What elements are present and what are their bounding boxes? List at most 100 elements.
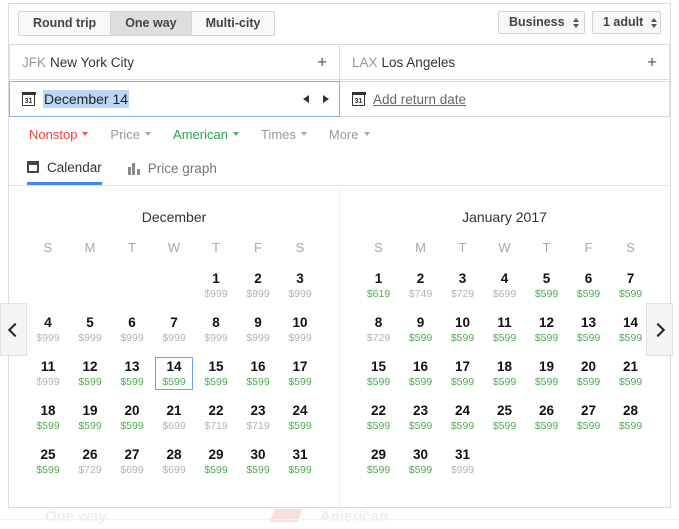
destination-field[interactable]: LAX Los Angeles + [340,44,670,80]
calendar-day[interactable]: 12 $599 [528,313,566,346]
calendar-day-cell[interactable]: 20 $599 [111,401,153,445]
calendar-day-cell[interactable]: 22 $599 [358,401,400,445]
calendar-day[interactable]: 24 $599 [281,401,319,434]
calendar-day-cell[interactable]: 24 $599 [442,401,484,445]
calendar-day[interactable]: 12 $599 [71,357,109,390]
calendar-day[interactable]: 14 $599 [612,313,650,346]
calendar-day-selected[interactable]: 14 $599 [155,357,193,390]
next-month-button[interactable] [646,303,673,356]
calendar-day[interactable]: 23 $719 [239,401,277,434]
calendar-day[interactable]: 13 $599 [113,357,151,390]
calendar-day-cell[interactable]: 3 $729 [442,269,484,313]
trip-type-multi-city[interactable]: Multi-city [191,12,275,35]
calendar-day-cell[interactable]: 5 $599 [526,269,568,313]
calendar-day[interactable]: 18 $599 [486,357,524,390]
calendar-day-cell[interactable]: 22 $719 [195,401,237,445]
calendar-day-cell[interactable]: 1 $999 [195,269,237,313]
calendar-day-cell[interactable]: 15 $599 [358,357,400,401]
calendar-day[interactable]: 29 $599 [360,445,398,478]
calendar-day[interactable]: 15 $599 [197,357,235,390]
calendar-day-cell[interactable]: 10 $999 [279,313,321,357]
calendar-day-cell[interactable]: 7 $999 [153,313,195,357]
calendar-day[interactable]: 5 $599 [528,269,566,302]
calendar-day[interactable]: 16 $599 [402,357,440,390]
calendar-day[interactable]: 10 $999 [281,313,319,346]
calendar-day[interactable]: 3 $729 [444,269,482,302]
calendar-day-cell[interactable]: 13 $599 [111,357,153,401]
passenger-count-select[interactable]: 1 adult [592,11,661,34]
calendar-day[interactable]: 22 $719 [197,401,235,434]
calendar-day[interactable]: 23 $599 [402,401,440,434]
calendar-day[interactable]: 15 $599 [360,357,398,390]
calendar-day[interactable]: 11 $999 [29,357,67,390]
filter-nonstop[interactable]: Nonstop [29,127,89,142]
calendar-day[interactable]: 25 $599 [486,401,524,434]
calendar-day[interactable]: 11 $599 [486,313,524,346]
calendar-day[interactable]: 10 $599 [444,313,482,346]
calendar-day-cell[interactable]: 30 $599 [237,445,279,489]
cabin-class-select[interactable]: Business [498,11,585,34]
calendar-day[interactable]: 21 $699 [155,401,193,434]
calendar-day-cell[interactable]: 16 $599 [237,357,279,401]
stepper-arrows-icon[interactable] [572,17,587,28]
calendar-day[interactable]: 31 $599 [281,445,319,478]
calendar-day[interactable]: 9 $599 [402,313,440,346]
calendar-day[interactable]: 13 $599 [570,313,608,346]
calendar-day-cell[interactable]: 14 $599 [153,357,195,401]
calendar-day-cell[interactable]: 9 $999 [237,313,279,357]
calendar-day-cell[interactable]: 17 $599 [442,357,484,401]
calendar-day[interactable]: 18 $599 [29,401,67,434]
calendar-day-cell[interactable]: 2 $749 [400,269,442,313]
next-day-icon[interactable] [323,95,329,103]
calendar-day[interactable]: 20 $599 [113,401,151,434]
calendar-day[interactable]: 29 $599 [197,445,235,478]
calendar-day-cell[interactable]: 1 $619 [358,269,400,313]
calendar-day-cell[interactable]: 17 $599 [279,357,321,401]
calendar-day-cell[interactable]: 4 $999 [27,313,69,357]
calendar-day-cell[interactable]: 23 $719 [237,401,279,445]
add-origin-icon[interactable]: + [317,54,327,71]
calendar-day[interactable]: 26 $729 [71,445,109,478]
calendar-day[interactable]: 3 $999 [281,269,319,302]
calendar-day[interactable]: 30 $599 [239,445,277,478]
calendar-day[interactable]: 26 $599 [528,401,566,434]
filter-times[interactable]: Times [261,127,307,142]
calendar-day-cell[interactable]: 11 $599 [484,313,526,357]
calendar-day[interactable]: 17 $599 [444,357,482,390]
calendar-day[interactable]: 4 $699 [486,269,524,302]
calendar-day[interactable]: 6 $599 [570,269,608,302]
calendar-day[interactable]: 24 $599 [444,401,482,434]
trip-type-group[interactable]: Round trip One way Multi-city [18,11,276,36]
calendar-day-cell[interactable]: 26 $729 [69,445,111,489]
calendar-day[interactable]: 21 $599 [612,357,650,390]
calendar-day[interactable]: 31 $999 [444,445,482,478]
calendar-day[interactable]: 19 $599 [528,357,566,390]
calendar-day-cell[interactable]: 27 $699 [111,445,153,489]
calendar-day-cell[interactable]: 20 $599 [568,357,610,401]
add-destination-icon[interactable]: + [647,54,657,71]
calendar-day[interactable]: 30 $599 [402,445,440,478]
calendar-day[interactable]: 8 $729 [360,313,398,346]
date-stepper-group[interactable] [303,95,329,103]
calendar-day-cell[interactable]: 31 $999 [442,445,484,489]
calendar-day-cell[interactable]: 11 $999 [27,357,69,401]
calendar-day-cell[interactable]: 8 $729 [358,313,400,357]
calendar-day-cell[interactable]: 13 $599 [568,313,610,357]
calendar-day-cell[interactable]: 21 $699 [153,401,195,445]
calendar-day-cell[interactable]: 19 $599 [69,401,111,445]
calendar-day[interactable]: 7 $599 [612,269,650,302]
calendar-day[interactable]: 16 $599 [239,357,277,390]
previous-month-button[interactable] [0,303,27,356]
tab-calendar[interactable]: Calendar [27,152,102,185]
calendar-day-cell[interactable]: 18 $599 [27,401,69,445]
calendar-day-cell[interactable]: 25 $599 [27,445,69,489]
calendar-day[interactable]: 22 $599 [360,401,398,434]
calendar-day[interactable]: 1 $619 [360,269,398,302]
calendar-day[interactable]: 2 $999 [239,269,277,302]
calendar-day-cell[interactable]: 12 $599 [69,357,111,401]
calendar-day-cell[interactable]: 16 $599 [400,357,442,401]
calendar-day-cell[interactable]: 10 $599 [442,313,484,357]
calendar-day[interactable]: 27 $699 [113,445,151,478]
calendar-day-cell[interactable]: 3 $999 [279,269,321,313]
calendar-day[interactable]: 7 $999 [155,313,193,346]
